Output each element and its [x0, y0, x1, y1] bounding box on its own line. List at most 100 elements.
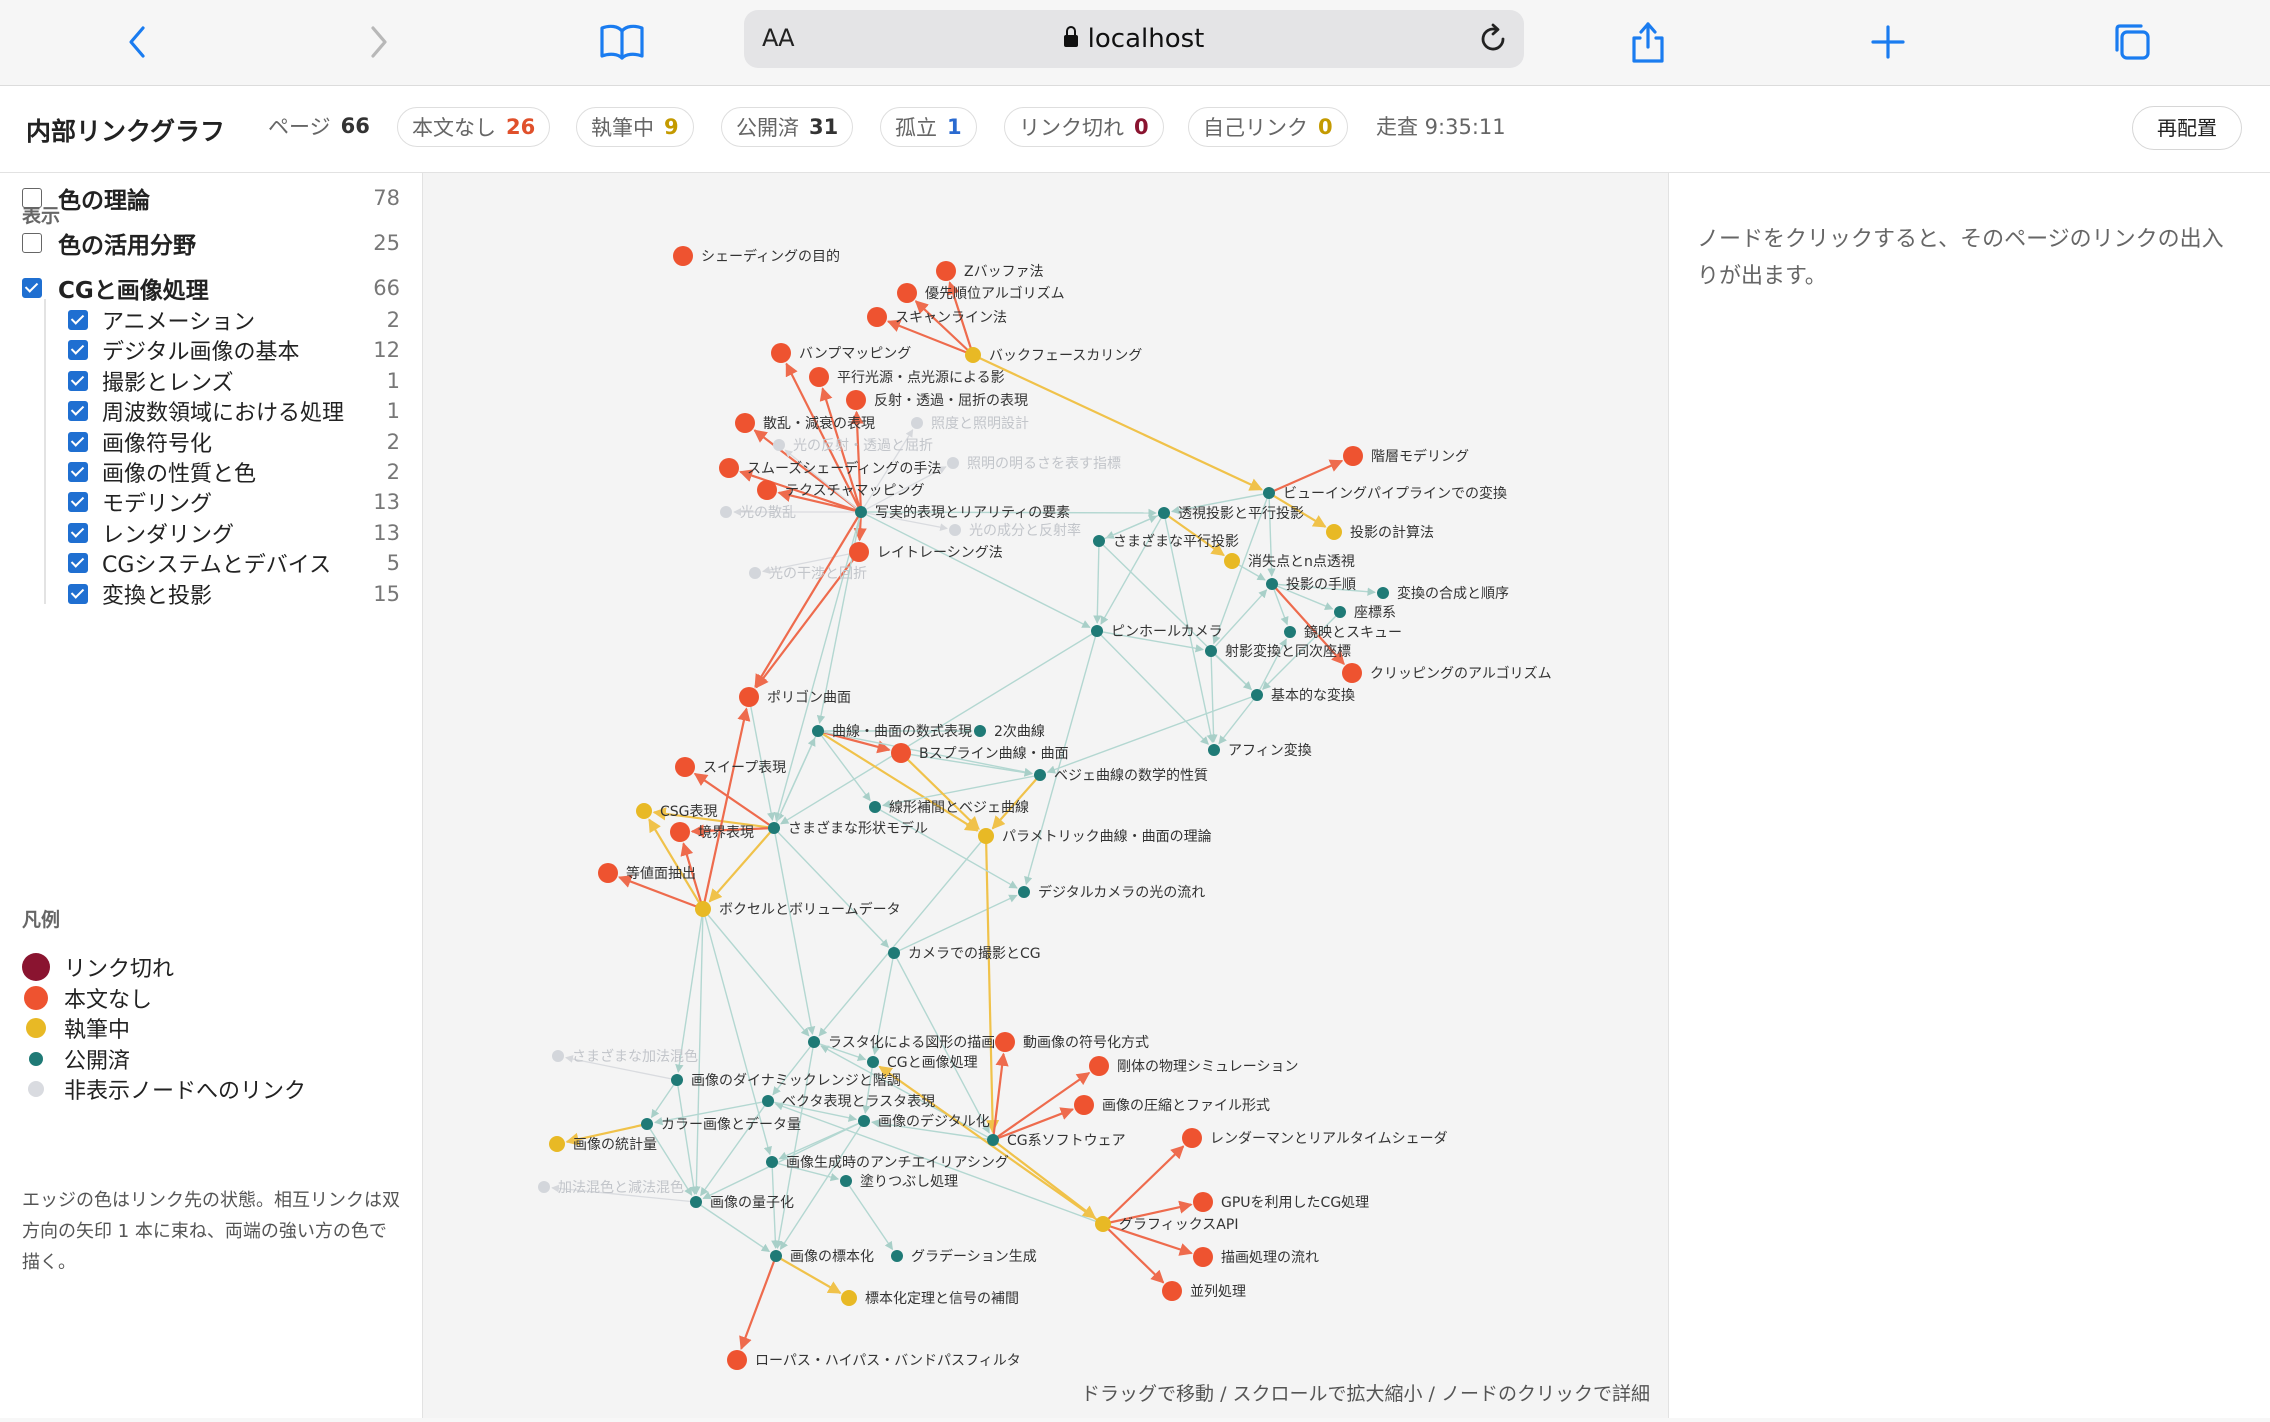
- graph-node[interactable]: 光の散乱: [720, 505, 796, 521]
- graph-node[interactable]: 変換の合成と順序: [1377, 585, 1509, 602]
- stat-broken-links[interactable]: リンク切れ 0: [1004, 107, 1164, 147]
- graph-node[interactable]: レイトレーシング法: [849, 542, 1003, 562]
- address-bar[interactable]: AA localhost: [744, 10, 1524, 68]
- node-dot-nobody[interactable]: [1162, 1281, 1182, 1301]
- node-dot-hidden[interactable]: [552, 1050, 564, 1062]
- node-dot-nobody[interactable]: [846, 390, 866, 410]
- graph-node[interactable]: グラフィックスAPI: [1095, 1216, 1238, 1233]
- node-dot-nobody[interactable]: [1182, 1128, 1202, 1148]
- graph-node[interactable]: 剛体の物理シミュレーション: [1089, 1056, 1298, 1076]
- node-dot-published[interactable]: [840, 1175, 852, 1187]
- graph-node[interactable]: パラメトリック曲線・曲面の理論: [978, 828, 1212, 845]
- graph-canvas[interactable]: シェーディングの目的 Zバッファ法 優先順位アルゴリズム スキャンライン法 バンプマッピ…: [423, 173, 1668, 1418]
- node-dot-published[interactable]: [1208, 744, 1220, 756]
- node-dot-published[interactable]: [1266, 578, 1278, 590]
- filter-sub-6[interactable]: モデリング 13: [68, 487, 402, 517]
- bookmarks-button[interactable]: [594, 14, 650, 70]
- node-dot-nobody[interactable]: [891, 743, 911, 763]
- graph-node[interactable]: 光の反射・透過と屈折: [773, 438, 933, 454]
- graph-node[interactable]: ポリゴン曲面: [739, 687, 851, 707]
- graph-node[interactable]: ピンホールカメラ: [1091, 624, 1223, 640]
- graph-node[interactable]: 投影の計算法: [1326, 524, 1434, 541]
- node-dot-published[interactable]: [766, 1156, 778, 1168]
- node-dot-draft[interactable]: [1224, 553, 1240, 569]
- stat-published[interactable]: 公開済 31: [721, 107, 854, 147]
- node-dot-draft[interactable]: [636, 803, 652, 819]
- filter-checkbox[interactable]: [68, 462, 88, 482]
- filter-checkbox[interactable]: [68, 492, 88, 513]
- graph-node[interactable]: 画像の統計量: [549, 1136, 657, 1153]
- graph-node[interactable]: 優先順位アルゴリズム: [897, 283, 1065, 303]
- filter-sub-2[interactable]: 撮影とレンズ 1: [68, 366, 402, 396]
- node-dot-published[interactable]: [974, 725, 986, 737]
- graph-node[interactable]: Bスプライン曲線・曲面: [891, 743, 1069, 763]
- graph-node[interactable]: 基本的な変換: [1251, 687, 1355, 704]
- filter-sub-0[interactable]: アニメーション 2: [68, 305, 402, 335]
- node-dot-hidden[interactable]: [773, 439, 785, 451]
- graph-node[interactable]: 加法混色と減法混色: [538, 1179, 684, 1196]
- graph-node[interactable]: バックフェースカリング: [965, 347, 1142, 364]
- filter-sub-7[interactable]: レンダリング 13: [68, 518, 402, 548]
- filter-checkbox[interactable]: [68, 310, 88, 330]
- graph-node[interactable]: 動画像の符号化方式: [995, 1032, 1149, 1052]
- graph-node[interactable]: 光の成分と反射率: [949, 522, 1081, 539]
- node-dot-draft[interactable]: [695, 901, 711, 917]
- node-dot-published[interactable]: [855, 506, 867, 518]
- node-dot-published[interactable]: [1377, 587, 1389, 599]
- node-dot-hidden[interactable]: [947, 457, 959, 469]
- filter-checkbox[interactable]: [68, 340, 88, 361]
- stat-isolated[interactable]: 孤立 1: [880, 107, 977, 147]
- node-dot-draft[interactable]: [1095, 1216, 1111, 1232]
- graph-node[interactable]: 鏡映とスキュー: [1284, 625, 1402, 641]
- node-dot-published[interactable]: [690, 1196, 702, 1208]
- filter-top-2[interactable]: CGと画像処理 66: [22, 273, 402, 304]
- graph-node[interactable]: 曲線・曲面の数式表現: [812, 724, 972, 740]
- node-dot-hidden[interactable]: [949, 524, 961, 536]
- relayout-button[interactable]: 再配置: [2132, 106, 2242, 150]
- filter-top-0[interactable]: 色の理論 78: [22, 183, 402, 214]
- graph-node[interactable]: 並列処理: [1162, 1281, 1246, 1301]
- graph-node[interactable]: 射影変換と同次座標: [1205, 643, 1351, 660]
- node-dot-published[interactable]: [1284, 626, 1296, 638]
- graph-node[interactable]: さまざまな形状モデル: [768, 820, 928, 837]
- node-dot-nobody[interactable]: [1343, 446, 1363, 466]
- graph-node[interactable]: ボクセルとボリュームデータ: [695, 901, 901, 918]
- graph-node[interactable]: ビューイングパイプラインでの変換: [1263, 485, 1507, 502]
- node-dot-published[interactable]: [891, 1250, 903, 1262]
- stat-self-links[interactable]: 自己リンク 0: [1188, 107, 1348, 147]
- node-dot-nobody[interactable]: [673, 246, 693, 266]
- filter-checkbox[interactable]: [68, 431, 88, 452]
- graph-node[interactable]: 階層モデリング: [1343, 446, 1469, 466]
- graph-node[interactable]: 標本化定理と信号の補間: [841, 1290, 1019, 1307]
- graph-node[interactable]: アフィン変換: [1208, 742, 1312, 759]
- tabs-overview-button[interactable]: [2104, 14, 2160, 70]
- stat-draft[interactable]: 執筆中 9: [576, 107, 694, 147]
- filter-checkbox[interactable]: [22, 233, 42, 253]
- link-graph[interactable]: シェーディングの目的 Zバッファ法優先順位アルゴリズムスキャンライン法バンプマッピ…: [423, 173, 1668, 1418]
- graph-node[interactable]: 画像のデジタル化: [858, 1113, 990, 1130]
- node-dot-published[interactable]: [641, 1118, 653, 1130]
- node-dot-published[interactable]: [1018, 886, 1030, 898]
- graph-node[interactable]: 境界表現: [670, 822, 754, 842]
- graph-node[interactable]: シェーディングの目的: [673, 246, 840, 266]
- node-dot-published[interactable]: [808, 1036, 820, 1048]
- node-dot-published[interactable]: [867, 1056, 879, 1068]
- node-dot-published[interactable]: [1251, 689, 1263, 701]
- node-dot-nobody[interactable]: [1193, 1192, 1213, 1212]
- node-dot-nobody[interactable]: [771, 343, 791, 363]
- node-dot-nobody[interactable]: [727, 1350, 747, 1370]
- graph-node[interactable]: スムーズシェーディングの手法: [719, 458, 941, 478]
- filter-checkbox[interactable]: [68, 401, 88, 422]
- back-button[interactable]: [110, 14, 166, 70]
- graph-node[interactable]: 塗りつぶし処理: [840, 1173, 958, 1190]
- filter-checkbox[interactable]: [22, 278, 42, 298]
- node-dot-published[interactable]: [858, 1115, 870, 1127]
- filter-sub-9[interactable]: 変換と投影 15: [68, 579, 402, 609]
- node-dot-nobody[interactable]: [719, 458, 739, 478]
- graph-node[interactable]: スイープ表現: [675, 757, 786, 777]
- node-dot-published[interactable]: [768, 822, 780, 834]
- node-dot-published[interactable]: [1205, 645, 1217, 657]
- node-dot-draft[interactable]: [978, 828, 994, 844]
- graph-node[interactable]: 照度と照明設計: [911, 416, 1029, 432]
- stat-nobody[interactable]: 本文なし 26: [397, 107, 551, 147]
